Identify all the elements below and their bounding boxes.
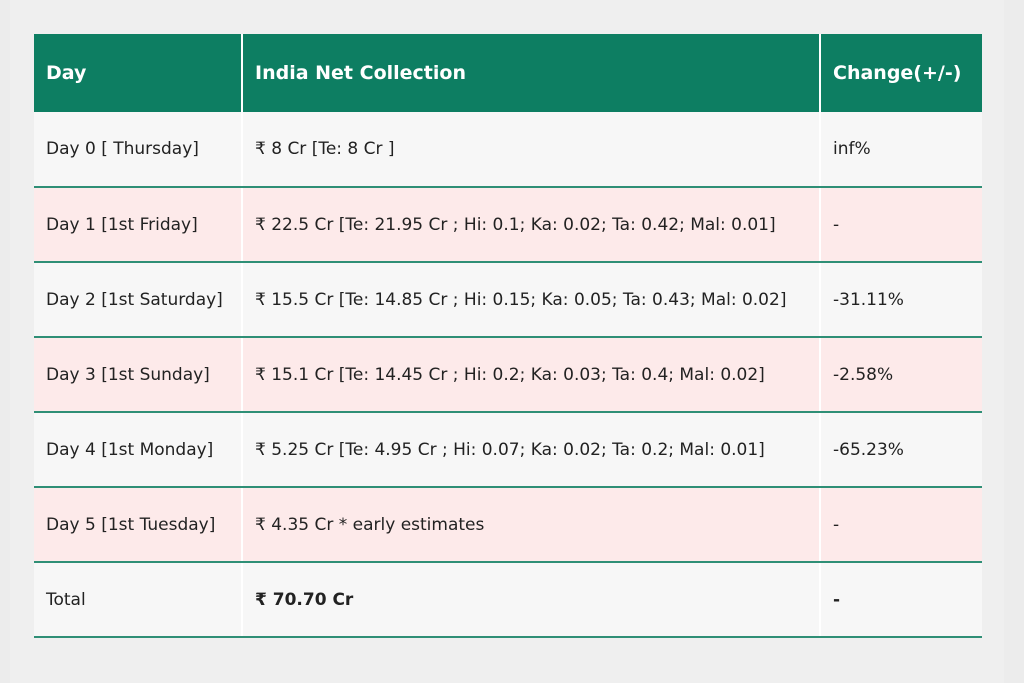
cell-collection: ₹ 15.1 Cr [Te: 14.45 Cr ; Hi: 0.2; Ka: 0… (242, 337, 821, 413)
cell-collection: ₹ 8 Cr [Te: 8 Cr ] (242, 112, 821, 188)
cell-change: -2.58% (820, 337, 982, 413)
cell-collection: ₹ 15.5 Cr [Te: 14.85 Cr ; Hi: 0.15; Ka: … (242, 262, 821, 338)
header-day: Day (34, 34, 243, 112)
header-india-net-collection: India Net Collection (242, 34, 821, 112)
table-body: Day 0 [ Thursday] ₹ 8 Cr [Te: 8 Cr ] inf… (34, 112, 982, 638)
cell-change: -31.11% (820, 262, 982, 338)
cell-collection: ₹ 5.25 Cr [Te: 4.95 Cr ; Hi: 0.07; Ka: 0… (242, 412, 821, 488)
table-row: Day 5 [1st Tuesday] ₹ 4.35 Cr * early es… (34, 487, 982, 563)
table-row: Day 0 [ Thursday] ₹ 8 Cr [Te: 8 Cr ] inf… (34, 112, 982, 188)
cell-change: inf% (820, 112, 982, 188)
cell-collection: ₹ 22.5 Cr [Te: 21.95 Cr ; Hi: 0.1; Ka: 0… (242, 187, 821, 263)
total-row: Total ₹ 70.70 Cr - (34, 562, 982, 638)
cell-change: - (820, 487, 982, 563)
cell-day: Day 4 [1st Monday] (34, 412, 243, 488)
table-row: Day 4 [1st Monday] ₹ 5.25 Cr [Te: 4.95 C… (34, 412, 982, 488)
collection-table: Day India Net Collection Change(+/-) Day… (34, 34, 982, 638)
cell-change: -65.23% (820, 412, 982, 488)
total-change: - (820, 562, 982, 638)
table-row: Day 1 [1st Friday] ₹ 22.5 Cr [Te: 21.95 … (34, 187, 982, 263)
cell-day: Day 0 [ Thursday] (34, 112, 243, 188)
cell-change: - (820, 187, 982, 263)
table-row: Day 2 [1st Saturday] ₹ 15.5 Cr [Te: 14.8… (34, 262, 982, 338)
total-label: Total (34, 562, 243, 638)
cell-day: Day 3 [1st Sunday] (34, 337, 243, 413)
table-header: Day India Net Collection Change(+/-) (34, 34, 982, 112)
cell-collection: ₹ 4.35 Cr * early estimates (242, 487, 821, 563)
total-collection: ₹ 70.70 Cr (242, 562, 821, 638)
header-change: Change(+/-) (820, 34, 982, 112)
cell-day: Day 1 [1st Friday] (34, 187, 243, 263)
cell-day: Day 2 [1st Saturday] (34, 262, 243, 338)
table-row: Day 3 [1st Sunday] ₹ 15.1 Cr [Te: 14.45 … (34, 337, 982, 413)
cell-day: Day 5 [1st Tuesday] (34, 487, 243, 563)
header-row: Day India Net Collection Change(+/-) (34, 34, 982, 112)
